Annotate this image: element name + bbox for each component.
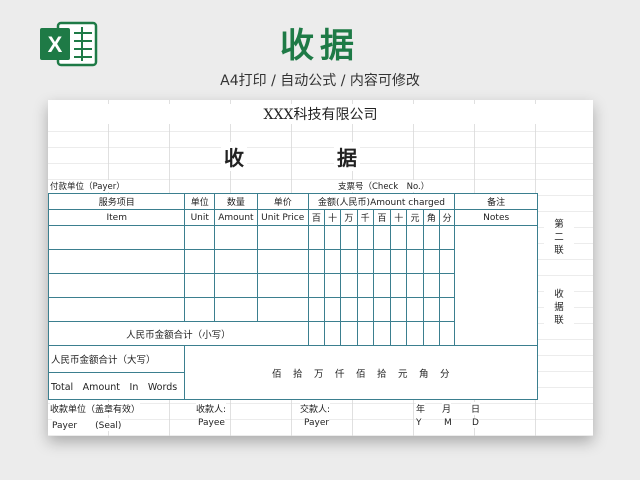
page-subtitle: A4打印 / 自动公式 / 内容可修改 xyxy=(220,73,420,89)
receiver-unit-label: 收款单位（盖章有效） xyxy=(50,402,141,415)
month-en-label: M xyxy=(444,418,452,428)
col-amount-en: Amount charged xyxy=(370,198,445,208)
digit-cell: 十 xyxy=(390,209,408,226)
receipt-title-right: 据 xyxy=(334,142,360,171)
company-name: XXX科技有限公司 xyxy=(48,104,593,124)
receipt-sheet: XXX科技有限公司 收 据 付款单位（Payer） 支票号（Check No.）… xyxy=(48,100,593,436)
year-en-label: Y xyxy=(416,418,422,428)
col-qty-en: Amount xyxy=(214,209,258,226)
digit-cell: 十 xyxy=(323,209,342,226)
total-words-en: Total Amount In Words xyxy=(48,372,186,400)
digit-cell: 千 xyxy=(356,209,374,226)
copy-label-bottom: 收据联 xyxy=(544,288,574,327)
payer-label: 付款单位（Payer） xyxy=(50,180,125,192)
col-notes-en: Notes xyxy=(454,209,538,226)
uppercase-total-label: 人民币金额合计（大写） xyxy=(48,345,186,373)
col-item-cn: 服务项目 xyxy=(48,193,186,210)
day-label: 日 xyxy=(471,402,481,415)
day-en-label: D xyxy=(472,418,479,428)
col-unit-cn: 单位 xyxy=(184,193,215,210)
lowercase-total-label: 人民币金额合计（小写） xyxy=(48,321,309,346)
uppercase-units: 佰 拾 万 仟 佰 拾 元 角 分 xyxy=(184,345,538,400)
col-amount-header: 金额(人民币)Amount charged xyxy=(307,193,456,210)
month-label: 月 xyxy=(442,402,452,415)
check-number-label: 支票号（Check No.） xyxy=(338,180,430,192)
col-item-en: Item xyxy=(48,209,186,226)
payee-label: Payee xyxy=(198,418,225,428)
table-row xyxy=(48,225,538,346)
payer-person-label: 交款人: xyxy=(300,402,331,415)
col-amount-cn: 金额(人民币) xyxy=(318,198,371,208)
payer-seal-label: Payer (Seal) xyxy=(52,418,122,431)
digit-cell: 百 xyxy=(372,209,392,226)
payer-en-label: Payer xyxy=(304,418,330,428)
notes-cell xyxy=(454,225,538,346)
col-price-en: Unit Price xyxy=(256,209,309,226)
receipt-table: 服务项目 单位 数量 单价 金额(人民币)Amount charged 备注 I… xyxy=(48,193,538,400)
year-label: 年 xyxy=(416,402,426,415)
digit-cell: 元 xyxy=(406,209,424,226)
digit-cell: 百 xyxy=(307,209,325,226)
digit-cell: 分 xyxy=(438,209,456,226)
receipt-title-left: 收 xyxy=(221,142,247,171)
digit-cell: 万 xyxy=(340,209,358,226)
receiver-label: 收款人: xyxy=(196,402,227,415)
digit-cell: 角 xyxy=(422,209,440,226)
copy-label-top: 第二联 xyxy=(544,218,574,257)
col-qty-cn: 数量 xyxy=(214,193,258,210)
page-title: 收据 xyxy=(280,26,360,66)
col-notes-cn: 备注 xyxy=(454,193,538,210)
col-unit-en: Unit xyxy=(184,209,215,226)
col-price-cn: 单价 xyxy=(256,193,309,210)
